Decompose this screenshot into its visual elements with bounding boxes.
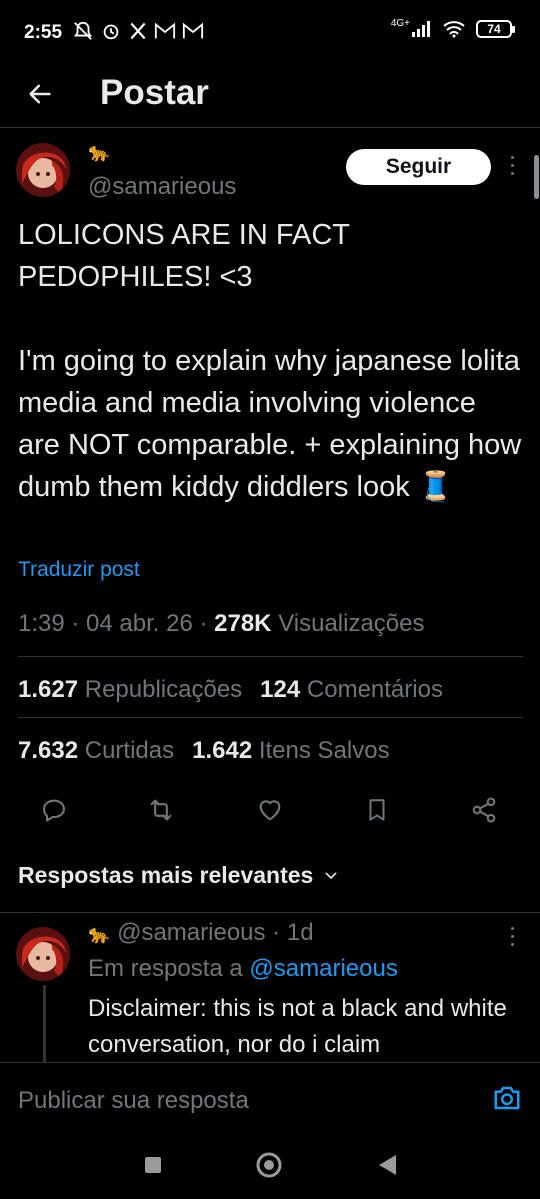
replies-header-label: Respostas mais relevantes	[18, 862, 314, 888]
camera-button[interactable]	[490, 1081, 524, 1115]
saves-label: Itens Salvos	[258, 737, 390, 764]
likes-count: 7.632	[18, 737, 79, 764]
author-avatar[interactable]	[16, 143, 70, 197]
repost-button[interactable]	[145, 794, 177, 826]
thread-line	[43, 985, 46, 1065]
author-handle[interactable]: @samarieous	[88, 173, 236, 201]
comments-count: 124	[260, 676, 301, 703]
bookmark-button[interactable]	[361, 794, 393, 826]
chevron-down-icon	[325, 872, 337, 879]
network-label: 4G+	[390, 18, 410, 29]
repost-icon	[150, 799, 172, 821]
post-actions	[0, 790, 540, 834]
circle-icon	[256, 1152, 282, 1178]
battery-indicator: 74	[476, 20, 515, 38]
translate-link[interactable]: Traduzir post	[18, 558, 140, 582]
signal-icon	[412, 21, 430, 37]
reply-emoji: 🐆	[88, 924, 111, 944]
reposts-stat[interactable]: 1.627 Republicações	[18, 676, 242, 704]
comments-label: Comentários	[306, 676, 443, 703]
notification-icons	[72, 20, 204, 42]
arrow-left-icon	[29, 84, 51, 104]
system-nav-bar	[0, 1130, 540, 1199]
recents-button[interactable]	[138, 1150, 168, 1180]
reply-item[interactable]: 🐆 @samarieous · 1d Em resposta a @samari…	[0, 912, 540, 1065]
gmail-icon	[154, 22, 176, 39]
post-header: 🐆 @samarieous Seguir	[0, 140, 540, 210]
comments-stat[interactable]: 124 Comentários	[260, 676, 443, 704]
saves-stat[interactable]: 1.642 Itens Salvos	[192, 737, 389, 765]
top-bar: Postar	[0, 64, 540, 128]
reposts-count: 1.627	[18, 676, 79, 703]
camera-icon	[494, 1086, 520, 1110]
reply-header: 🐆 @samarieous · 1d	[88, 919, 314, 946]
post-meta: 1:39 · 04 abr. 26 · 278K Visualizações	[18, 610, 425, 637]
wifi-icon	[443, 21, 465, 38]
system-icons: 4G+ 74	[390, 18, 515, 38]
share-icon	[472, 797, 496, 823]
views-label: Visualizações	[278, 610, 425, 637]
back-nav-button[interactable]	[372, 1150, 402, 1180]
reply-button[interactable]	[38, 794, 70, 826]
triangle-back-icon	[379, 1155, 396, 1175]
likes-label: Curtidas	[84, 737, 175, 764]
divider	[18, 656, 523, 657]
square-icon	[145, 1157, 161, 1173]
views-count: 278K	[214, 610, 272, 637]
author-emoji: 🐆	[88, 142, 111, 162]
stats-row-1: 1.627 Republicações 124 Comentários	[18, 676, 443, 704]
more-vertical-icon[interactable]	[505, 927, 519, 951]
page-title: Postar	[100, 73, 209, 112]
post-date: 04 abr. 26	[86, 610, 193, 637]
reply-age: 1d	[286, 919, 314, 946]
share-button[interactable]	[468, 794, 500, 826]
reply-icon	[43, 799, 65, 822]
scroll-indicator[interactable]	[534, 155, 539, 199]
like-button[interactable]	[254, 794, 286, 826]
reply-text: Disclaimer: this is not a black and whit…	[88, 995, 507, 1058]
reply-to-line: Em resposta a @samarieous	[88, 955, 398, 983]
replies-sort-dropdown[interactable]: Respostas mais relevantes	[18, 862, 339, 889]
reply-handle[interactable]: @samarieous	[117, 919, 265, 946]
home-button[interactable]	[254, 1150, 284, 1180]
reply-avatar[interactable]	[16, 927, 70, 981]
follow-button[interactable]: Seguir	[346, 149, 491, 185]
stats-row-2: 7.632 Curtidas 1.642 Itens Salvos	[18, 737, 390, 765]
reply-input[interactable]: Publicar sua resposta	[18, 1087, 249, 1115]
bookmark-icon	[369, 799, 385, 821]
divider	[18, 717, 523, 718]
post-time: 1:39	[18, 610, 65, 637]
heart-icon	[259, 800, 281, 821]
gmail-icon-2	[182, 22, 204, 39]
likes-stat[interactable]: 7.632 Curtidas	[18, 737, 174, 765]
alarm-icon	[103, 24, 119, 40]
back-button[interactable]	[22, 76, 58, 112]
more-vertical-icon[interactable]	[505, 156, 519, 180]
reply-to-prefix: Em resposta a	[88, 955, 243, 982]
reposts-label: Republicações	[84, 676, 243, 703]
post-text: LOLICONS ARE IN FACT PEDOPHILES! <3 I'm …	[18, 219, 522, 503]
mute-icon	[73, 21, 93, 40]
saves-count: 1.642	[192, 737, 253, 764]
status-bar: 2:55 4G+ 74	[0, 0, 540, 64]
status-time: 2:55	[24, 22, 63, 43]
compose-bar: Publicar sua resposta	[0, 1062, 540, 1130]
reply-to-mention[interactable]: @samarieous	[249, 955, 397, 982]
x-logo-icon	[130, 22, 146, 40]
